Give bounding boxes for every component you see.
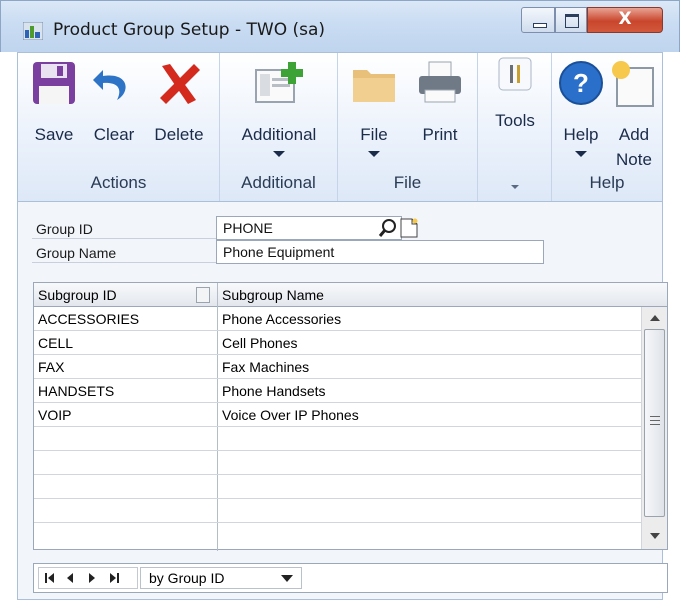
ribbon-group-actions: Save Clear Delete Actions <box>18 53 220 201</box>
clear-label: Clear <box>93 125 135 144</box>
cell-subgroup-name[interactable]: Cell Phones <box>222 335 298 351</box>
chevron-down-icon <box>575 151 587 157</box>
ribbon-group-file: File Print File <box>338 53 478 201</box>
scroll-down-icon[interactable] <box>650 533 660 539</box>
previous-record-icon[interactable] <box>66 573 74 583</box>
additional-button[interactable]: Additional <box>224 53 334 171</box>
cell-subgroup-name[interactable]: Fax Machines <box>222 359 309 375</box>
file-button[interactable]: File <box>346 53 402 171</box>
sort-by-value: by Group ID <box>149 570 225 586</box>
lookup-icon[interactable] <box>378 218 398 238</box>
undo-arrow-icon <box>93 70 126 100</box>
record-navigator <box>38 567 138 589</box>
sort-by-select[interactable]: by Group ID <box>140 567 302 589</box>
divider <box>32 262 232 263</box>
file-group-label: File <box>393 173 422 192</box>
add-note-label-line2: Note <box>616 150 652 169</box>
cell-subgroup-id[interactable]: CELL <box>38 335 73 351</box>
add-window-icon <box>255 62 303 103</box>
group-name-field[interactable]: Phone Equipment <box>216 240 544 264</box>
chevron-down-icon[interactable] <box>510 185 519 189</box>
table-row[interactable] <box>34 451 641 475</box>
clear-button[interactable]: Clear <box>86 53 142 171</box>
additional-group-label: Additional <box>241 173 316 192</box>
scroll-up-icon[interactable] <box>650 315 660 321</box>
close-icon: X <box>618 9 632 29</box>
cell-subgroup-name[interactable]: Phone Handsets <box>222 383 326 399</box>
help-group-label: Help <box>589 173 625 192</box>
subgroup-grid: Subgroup ID Subgroup Name ACCESSORIES Pho… <box>33 282 668 551</box>
add-note-label-line1: Add <box>618 125 650 144</box>
table-row[interactable] <box>34 499 641 523</box>
printer-icon <box>419 61 461 103</box>
tools-icon <box>498 57 532 91</box>
delete-x-icon <box>160 64 200 104</box>
ribbon-group-tools: Tools <box>478 53 552 201</box>
cell-subgroup-id[interactable]: ACCESSORIES <box>38 311 139 327</box>
next-record-icon[interactable] <box>88 573 96 583</box>
ribbon-group-help: ? Help Add Note Help <box>552 53 662 201</box>
table-row[interactable]: VOIP Voice Over IP Phones <box>34 403 641 427</box>
ribbon-group-additional: Additional Additional <box>220 53 338 201</box>
table-row[interactable]: ACCESSORIES Phone Accessories <box>34 307 641 331</box>
window-title: Product Group Setup - TWO (sa) <box>53 20 326 40</box>
delete-label: Delete <box>154 125 204 144</box>
svg-text:?: ? <box>573 68 589 98</box>
table-row[interactable] <box>34 475 641 499</box>
table-row[interactable] <box>34 523 641 547</box>
delete-button[interactable]: Delete <box>144 53 214 171</box>
table-row[interactable] <box>34 427 641 451</box>
chevron-down-icon <box>368 151 380 157</box>
cell-subgroup-id[interactable]: HANDSETS <box>38 383 114 399</box>
app-icon <box>23 22 43 40</box>
table-row[interactable]: CELL Cell Phones <box>34 331 641 355</box>
column-header-subgroup-id[interactable]: Subgroup ID <box>38 287 117 303</box>
title-bar[interactable]: Product Group Setup - TWO (sa) X <box>0 0 680 52</box>
close-button[interactable]: X <box>587 7 663 33</box>
chevron-down-icon <box>281 575 293 582</box>
print-label: Print <box>422 125 458 144</box>
actions-group-label: Actions <box>90 173 147 192</box>
ribbon: Save Clear Delete Actions Additional Add… <box>17 52 663 202</box>
additional-label: Additional <box>241 125 317 144</box>
save-button[interactable]: Save <box>24 53 84 171</box>
help-label: Help <box>563 125 599 144</box>
note-icon <box>612 61 654 107</box>
table-row[interactable]: HANDSETS Phone Handsets <box>34 379 641 403</box>
form-body: Group ID PHONE Group Name Phone Equipmen… <box>17 202 668 600</box>
expand-rows-icon[interactable] <box>196 287 210 303</box>
group-id-field[interactable]: PHONE <box>216 216 402 240</box>
chevron-down-icon <box>273 151 285 157</box>
product-group-setup-window: Product Group Setup - TWO (sa) X Save Cl… <box>0 0 680 600</box>
grid-header: Subgroup ID Subgroup Name <box>34 283 667 307</box>
minimize-button[interactable] <box>521 7 555 33</box>
cell-subgroup-name[interactable]: Phone Accessories <box>222 311 341 327</box>
help-icon: ? <box>559 61 603 105</box>
first-record-icon[interactable] <box>45 573 55 583</box>
group-id-label: Group ID <box>36 221 93 237</box>
group-name-label: Group Name <box>36 245 117 261</box>
divider <box>32 238 232 239</box>
last-record-icon[interactable] <box>109 573 119 583</box>
floppy-disk-icon <box>33 62 75 104</box>
add-note-button[interactable]: Add Note <box>608 53 660 171</box>
cell-subgroup-name[interactable]: Voice Over IP Phones <box>222 407 359 423</box>
save-label: Save <box>34 125 74 144</box>
cell-subgroup-id[interactable]: FAX <box>38 359 64 375</box>
tools-button[interactable]: Tools <box>484 53 546 171</box>
maximize-button[interactable] <box>555 7 587 33</box>
table-row[interactable]: FAX Fax Machines <box>34 355 641 379</box>
folder-icon <box>353 70 395 102</box>
tools-label: Tools <box>495 111 535 130</box>
vertical-scrollbar[interactable] <box>641 307 667 549</box>
help-button[interactable]: ? Help <box>556 53 606 171</box>
scrollbar-thumb[interactable] <box>644 329 665 517</box>
column-header-subgroup-name[interactable]: Subgroup Name <box>222 287 324 303</box>
new-document-icon[interactable] <box>400 218 418 238</box>
cell-subgroup-id[interactable]: VOIP <box>38 407 71 423</box>
record-navigation-bar: by Group ID <box>33 563 668 593</box>
print-button[interactable]: Print <box>408 53 472 171</box>
file-label: File <box>360 125 388 144</box>
